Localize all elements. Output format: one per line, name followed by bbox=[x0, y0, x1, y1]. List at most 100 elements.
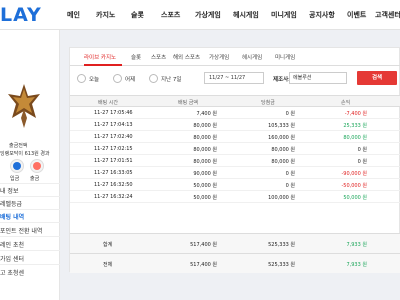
winnings: 80,000 원 bbox=[271, 147, 295, 153]
winnings: 100,000 원 bbox=[268, 195, 295, 201]
profit: 0 원 bbox=[357, 147, 367, 153]
summary-label: 합계 bbox=[103, 242, 113, 248]
bet-amount: 80,000 원 bbox=[193, 135, 217, 141]
divider bbox=[0, 196, 60, 197]
nav-virtual-game[interactable]: 가상게임 bbox=[195, 0, 221, 30]
level-text: 출금전액 bbox=[9, 143, 28, 149]
bet-time: 11-27 17:04:13 bbox=[94, 122, 133, 128]
bet-amount: 50,000 원 bbox=[193, 195, 217, 201]
table-row: 11-27 17:01:51 80,000 원 80,000 원 0 원 bbox=[70, 156, 400, 167]
bet-amount: 50,000 원 bbox=[193, 183, 217, 189]
divider bbox=[0, 209, 60, 210]
deposit-button[interactable] bbox=[10, 159, 24, 173]
summary-bet: 517,400 원 bbox=[190, 242, 217, 248]
withdraw-button[interactable] bbox=[30, 159, 44, 173]
tab-overseas-sports[interactable]: 해외 스포츠 bbox=[173, 53, 200, 61]
column-header-bet-amount: 배팅 금액 bbox=[178, 100, 198, 106]
nav-sports[interactable]: 스포츠 bbox=[161, 0, 180, 30]
sidebar: 출금전액 잉랭모닥이 613원 경과 입금 출금 내 정보 레벨등급 배팅 내역… bbox=[0, 30, 60, 300]
sidebar-item-extra[interactable]: 고 초청센 bbox=[0, 268, 24, 277]
table-row: 11-27 17:05:46 7,400 원 0 원 -7,400 원 bbox=[70, 108, 400, 119]
nav-hash-game[interactable]: 헤시게임 bbox=[233, 0, 259, 30]
manufacturer-label: 제조사: bbox=[273, 77, 291, 83]
bet-time: 11-27 17:02:40 bbox=[94, 134, 133, 140]
bet-time: 11-27 17:05:46 bbox=[94, 110, 133, 116]
table-row: 11-27 16:32:24 50,000 원 100,000 원 50,000… bbox=[70, 192, 400, 203]
game-tabs: 라이브 카지노 슬롯 스포츠 해외 스포츠 가상게임 헤시게임 미니게임 bbox=[70, 48, 400, 66]
tab-slot[interactable]: 슬롯 bbox=[131, 53, 141, 61]
divider bbox=[0, 250, 60, 251]
table-row: 11-27 17:02:40 80,000 원 160,000 원 80,000… bbox=[70, 132, 400, 143]
summary-profit: 7,933 원 bbox=[346, 262, 367, 268]
winnings: 80,000 원 bbox=[271, 159, 295, 165]
profit: -50,000 원 bbox=[341, 183, 368, 189]
bet-amount: 90,000 원 bbox=[193, 171, 217, 177]
bet-amount: 80,000 원 bbox=[193, 159, 217, 165]
winnings: 105,333 원 bbox=[268, 123, 295, 129]
nav-customer-center[interactable]: 고객센터 bbox=[375, 0, 400, 30]
tab-mini-game[interactable]: 미니게임 bbox=[275, 53, 295, 61]
sidebar-item-referral[interactable]: 레인 초천 bbox=[0, 240, 24, 249]
today-radio[interactable] bbox=[77, 74, 86, 83]
last-7-days-label: 지난 7일 bbox=[161, 77, 182, 83]
winnings: 0 원 bbox=[285, 171, 295, 177]
deposit-icon bbox=[13, 162, 21, 170]
winnings: 0 원 bbox=[285, 183, 295, 189]
sidebar-item-bet-history[interactable]: 배팅 내역 bbox=[0, 212, 24, 221]
summary-win: 525,333 원 bbox=[268, 242, 295, 248]
nav-casino[interactable]: 카지노 bbox=[96, 0, 115, 30]
rank-text: 잉랭모닥이 613원 경과 bbox=[0, 151, 50, 157]
nav-mini-game[interactable]: 미니게임 bbox=[271, 0, 297, 30]
bet-time: 11-27 17:01:51 bbox=[94, 158, 133, 164]
active-tab-indicator bbox=[84, 64, 122, 66]
bet-time: 11-27 16:32:50 bbox=[94, 182, 133, 188]
search-button[interactable]: 검색 bbox=[357, 71, 397, 85]
rank-emblem-icon bbox=[8, 84, 40, 128]
profit: 50,000 원 bbox=[343, 195, 367, 201]
bet-time: 11-27 17:02:15 bbox=[94, 146, 133, 152]
sidebar-item-signup-center[interactable]: 가입 센터 bbox=[0, 254, 24, 263]
summary-row-all: 전체 517,400 원 525,333 원 7,933 원 bbox=[70, 253, 400, 273]
profit: 25,333 원 bbox=[343, 123, 367, 129]
nav-notice[interactable]: 공지사항 bbox=[309, 0, 335, 30]
table-row: 11-27 16:32:50 50,000 원 0 원 -50,000 원 bbox=[70, 180, 400, 191]
column-header-winnings: 당첨금 bbox=[261, 100, 275, 106]
profit: 80,000 원 bbox=[343, 135, 367, 141]
yesterday-radio[interactable] bbox=[113, 74, 122, 83]
bet-amount: 80,000 원 bbox=[193, 147, 217, 153]
nav-slot[interactable]: 슬롯 bbox=[131, 0, 144, 30]
yesterday-label: 어제 bbox=[125, 77, 136, 83]
summary-profit: 7,933 원 bbox=[346, 242, 367, 248]
manufacturer-input[interactable]: 에볼루션 bbox=[289, 72, 347, 84]
summary-row-total: 합계 517,400 원 525,333 원 7,933 원 bbox=[70, 233, 400, 253]
bet-amount: 80,000 원 bbox=[193, 123, 217, 129]
column-header-bet-time: 배팅 시간 bbox=[98, 100, 118, 106]
tab-live-casino[interactable]: 라이브 카지노 bbox=[84, 53, 116, 61]
tab-virtual-game[interactable]: 가상게임 bbox=[209, 53, 229, 61]
profit: -90,000 원 bbox=[341, 171, 368, 177]
divider bbox=[0, 222, 60, 223]
nav-main[interactable]: 메인 bbox=[67, 0, 80, 30]
sidebar-item-point-history[interactable]: 포인트 전환 내역 bbox=[0, 226, 42, 235]
summary-bet: 517,400 원 bbox=[190, 262, 217, 268]
sidebar-item-level[interactable]: 레벨등급 bbox=[0, 199, 22, 208]
brand-logo[interactable]: LAY bbox=[0, 4, 42, 26]
divider bbox=[0, 264, 60, 265]
winnings: 0 원 bbox=[285, 111, 295, 117]
date-range-input[interactable]: 11/27 ~ 11/27 bbox=[204, 72, 264, 84]
summary-label: 전체 bbox=[103, 262, 113, 268]
tab-sports[interactable]: 스포츠 bbox=[151, 53, 166, 61]
nav-event[interactable]: 이벤트 bbox=[347, 0, 366, 30]
tab-hash-game[interactable]: 헤시게임 bbox=[242, 53, 262, 61]
summary-win: 525,333 원 bbox=[268, 262, 295, 268]
table-row: 11-27 17:02:15 80,000 원 80,000 원 0 원 bbox=[70, 144, 400, 155]
sidebar-item-my-info[interactable]: 내 정보 bbox=[0, 186, 18, 195]
bet-time: 11-27 16:32:24 bbox=[94, 194, 133, 200]
divider bbox=[0, 183, 60, 184]
last-7-days-radio[interactable] bbox=[149, 74, 158, 83]
deposit-label: 입금 bbox=[10, 176, 20, 182]
winnings: 160,000 원 bbox=[268, 135, 295, 141]
table-row: 11-27 17:04:13 80,000 원 105,333 원 25,333… bbox=[70, 120, 400, 131]
column-header-profit: 손익 bbox=[341, 100, 351, 106]
table-row: 11-27 16:33:05 90,000 원 0 원 -90,000 원 bbox=[70, 168, 400, 179]
